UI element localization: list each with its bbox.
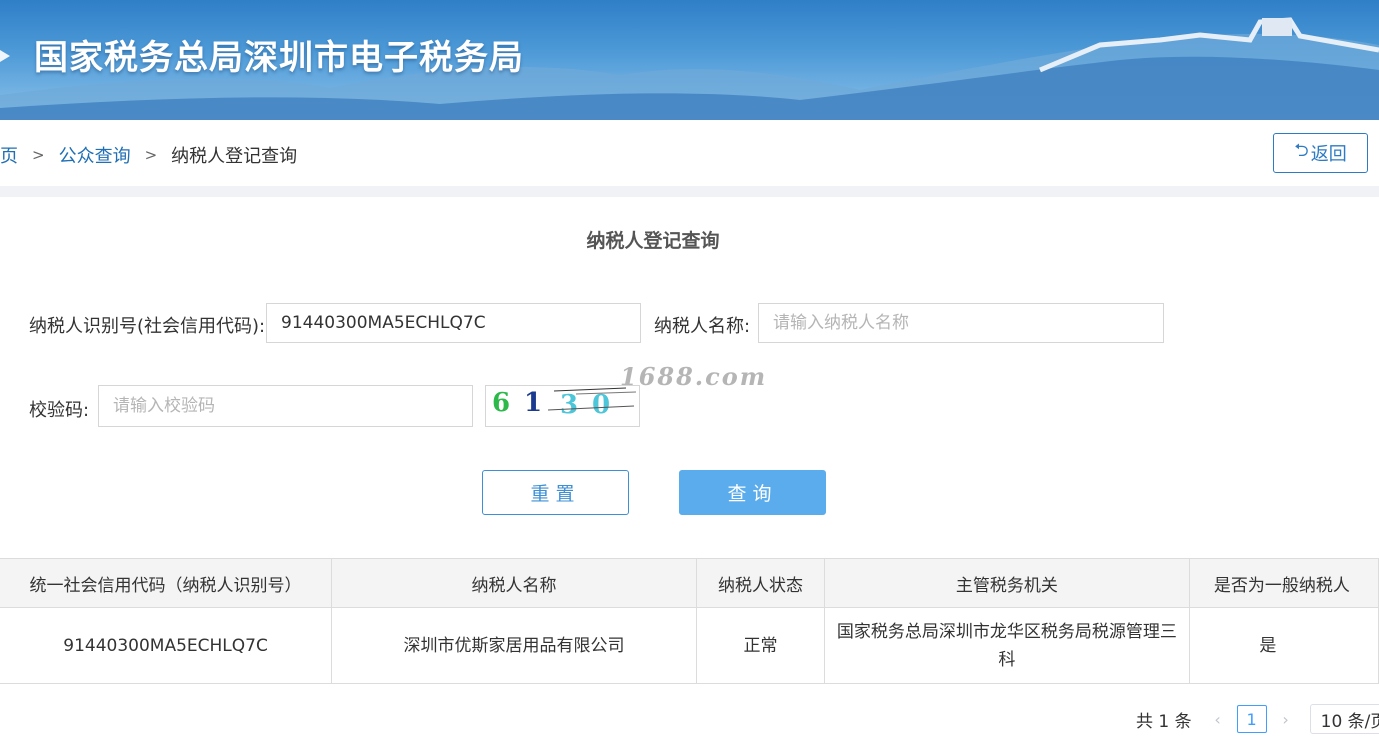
site-title: 国家税务总局深圳市电子税务局 — [34, 38, 524, 78]
result-table: 统一社会信用代码（纳税人识别号） 纳税人名称 纳税人状态 主管税务机关 是否为一… — [0, 558, 1379, 684]
taxpayer-id-input[interactable] — [266, 303, 641, 343]
column-header: 纳税人名称 — [331, 558, 697, 608]
table-row: 91440300MA5ECHLQ7C 深圳市优斯家居用品有限公司 正常 国家税务… — [0, 607, 1379, 684]
breadcrumb-current: 纳税人登记查询 — [171, 146, 298, 167]
breadcrumb-public-query-link[interactable]: 公众查询 — [59, 142, 131, 168]
page-title: 纳税人登记查询 — [586, 230, 720, 252]
back-button[interactable]: ⮌ 返回 — [1273, 133, 1368, 173]
return-arrow-icon: ⮌ — [1294, 140, 1309, 161]
column-header: 是否为一般纳税人 — [1188, 558, 1379, 608]
table-header-row: 统一社会信用代码（纳税人识别号） 纳税人名称 纳税人状态 主管税务机关 是否为一… — [0, 558, 1379, 608]
captcha-noise-icon — [547, 387, 637, 411]
taxpayer-name-label: 纳税人名称: — [654, 316, 751, 337]
back-button-label: 返回 — [1310, 144, 1347, 165]
breadcrumb-bar: 页 > 公众查询 > 纳税人登记查询 ⮌ 返回 — [0, 120, 1379, 186]
chevron-right-icon[interactable]: › — [1278, 710, 1294, 729]
breadcrumb: 页 > 公众查询 > 纳税人登记查询 — [0, 142, 297, 168]
divider — [0, 186, 1379, 197]
breadcrumb-separator: > — [144, 146, 158, 164]
pagination: 共 1 条 ‹ 1 › 10 条/页 — [1136, 704, 1379, 734]
column-header: 主管税务机关 — [824, 558, 1190, 608]
query-button[interactable]: 查询 — [679, 470, 826, 515]
taxpayer-name-input[interactable] — [758, 303, 1164, 343]
column-header: 统一社会信用代码（纳税人识别号） — [0, 558, 333, 608]
captcha-image[interactable]: 6 1 3 0 — [485, 385, 640, 427]
captcha-input[interactable] — [98, 385, 473, 427]
table-cell: 国家税务总局深圳市龙华区税务局税源管理三科 — [824, 607, 1190, 684]
table-cell: 深圳市优斯家居用品有限公司 — [331, 607, 697, 684]
table-cell: 是 — [1188, 607, 1379, 684]
column-header: 纳税人状态 — [695, 558, 826, 608]
captcha-label: 校验码: — [29, 400, 90, 421]
taxpayer-id-label: 纳税人识别号(社会信用代码): — [29, 316, 266, 337]
breadcrumb-home-link[interactable]: 页 — [0, 142, 18, 168]
table-cell: 91440300MA5ECHLQ7C — [0, 607, 333, 684]
reset-button[interactable]: 重置 — [482, 470, 629, 515]
table-cell: 正常 — [695, 607, 826, 684]
breadcrumb-separator: > — [32, 146, 45, 164]
header-banner: 国家税务总局深圳市电子税务局 — [0, 0, 1379, 120]
chevron-left-icon[interactable]: ‹ — [1210, 710, 1226, 729]
page-size-select[interactable]: 10 条/页 — [1309, 704, 1379, 734]
pagination-page-1[interactable]: 1 — [1236, 705, 1267, 733]
pagination-total: 共 1 条 — [1136, 711, 1192, 732]
watermark: 1688.com — [620, 362, 768, 391]
